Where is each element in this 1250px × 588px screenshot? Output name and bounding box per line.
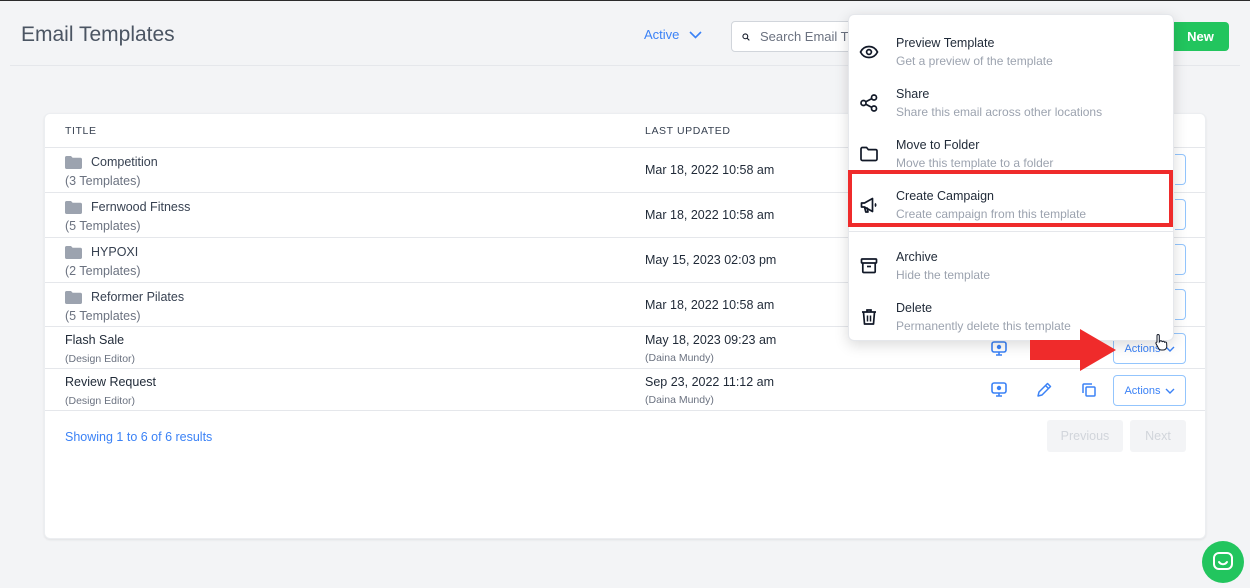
folder-icon xyxy=(860,146,878,162)
column-header-last-updated: LAST UPDATED xyxy=(645,125,731,137)
last-updated: Mar 18, 2022 10:58 am xyxy=(645,208,775,222)
trash-icon xyxy=(862,309,876,325)
chat-icon xyxy=(1213,552,1233,570)
row-actions-button-edge[interactable] xyxy=(1175,199,1186,230)
menu-item-label: Preview Template xyxy=(896,36,995,50)
share-icon xyxy=(860,94,878,112)
last-updated: Sep 23, 2022 11:12 am xyxy=(645,375,775,389)
row-actions-button-edge[interactable] xyxy=(1175,244,1186,275)
menu-divider xyxy=(849,231,1173,232)
actions-dropdown-menu: Preview Template Get a preview of the te… xyxy=(848,14,1174,341)
folder-name[interactable]: HYPOXI xyxy=(91,245,138,259)
actions-button-label: Actions xyxy=(1124,384,1161,397)
template-editor-type: (Design Editor) xyxy=(65,353,136,365)
preview-icon[interactable] xyxy=(990,381,1008,399)
folder-name[interactable]: Reformer Pilates xyxy=(91,290,184,304)
results-summary: Showing 1 to 6 of 6 results xyxy=(65,430,213,444)
previous-page-button[interactable]: Previous xyxy=(1047,420,1123,452)
menu-item-description: Share this email across other locations xyxy=(896,105,1103,119)
status-filter-label: Active xyxy=(644,27,680,42)
menu-item-label: Create Campaign xyxy=(896,189,994,203)
updated-by: (Daina Mundy) xyxy=(645,352,714,364)
menu-item-description: Create campaign from this template xyxy=(896,207,1087,221)
archive-icon xyxy=(860,258,878,274)
menu-item-archive[interactable]: Archive Hide the template xyxy=(849,236,1173,287)
preview-icon[interactable] xyxy=(990,340,1008,358)
column-header-title: TITLE xyxy=(65,125,97,137)
folder-count: (2 Templates) xyxy=(65,264,141,278)
updated-by: (Daina Mundy) xyxy=(645,394,714,406)
folder-icon xyxy=(65,245,82,259)
menu-item-label: Share xyxy=(896,87,930,101)
template-name[interactable]: Flash Sale xyxy=(65,333,135,347)
last-updated: May 18, 2023 09:23 am xyxy=(645,333,777,347)
menu-item-delete[interactable]: Delete Permanently delete this template xyxy=(849,287,1173,338)
folder-icon xyxy=(65,200,82,214)
page-title: Email Templates xyxy=(21,23,175,46)
last-updated: Mar 18, 2022 10:58 am xyxy=(645,298,775,312)
annotation-arrow-icon xyxy=(1030,329,1116,371)
megaphone-icon xyxy=(860,197,877,213)
chevron-down-icon xyxy=(1165,388,1175,394)
folder-count: (5 Templates) xyxy=(65,219,141,233)
folder-count: (3 Templates) xyxy=(65,174,141,188)
menu-item-share[interactable]: Share Share this email across other loca… xyxy=(849,73,1173,124)
actions-button[interactable]: Actions xyxy=(1113,375,1186,406)
eye-icon xyxy=(859,45,879,59)
folder-count: (5 Templates) xyxy=(65,309,141,323)
duplicate-icon[interactable] xyxy=(1080,381,1098,399)
menu-item-description: Move this template to a folder xyxy=(896,156,1054,170)
status-filter-dropdown[interactable]: Active xyxy=(644,27,702,42)
folder-icon xyxy=(65,290,82,304)
menu-item-label: Delete xyxy=(896,301,933,315)
last-updated: Mar 18, 2022 10:58 am xyxy=(645,163,775,177)
hand-cursor-icon xyxy=(1155,333,1168,351)
menu-item-description: Get a preview of the template xyxy=(896,54,1053,68)
search-icon xyxy=(742,32,750,41)
folder-name[interactable]: Fernwood Fitness xyxy=(91,200,190,214)
template-editor-type: (Design Editor) xyxy=(65,395,136,407)
next-page-button[interactable]: Next xyxy=(1130,420,1186,452)
row-actions-button-edge[interactable] xyxy=(1175,154,1186,185)
edit-pencil-icon[interactable] xyxy=(1035,381,1053,399)
chevron-down-icon xyxy=(689,30,702,39)
folder-name[interactable]: Competition xyxy=(91,155,158,169)
folder-icon xyxy=(65,155,82,169)
menu-item-preview-template[interactable]: Preview Template Get a preview of the te… xyxy=(849,22,1173,73)
menu-item-description: Hide the template xyxy=(896,268,991,282)
table-row[interactable]: Review Request (Design Editor) Sep 23, 2… xyxy=(45,369,1205,411)
menu-item-label: Move to Folder xyxy=(896,138,980,152)
template-name[interactable]: Review Request xyxy=(65,375,156,389)
row-actions-button-edge[interactable] xyxy=(1175,289,1186,320)
menu-item-create-campaign[interactable]: Create Campaign Create campaign from thi… xyxy=(849,175,1173,226)
menu-item-move-to-folder[interactable]: Move to Folder Move this template to a f… xyxy=(849,124,1173,175)
menu-item-label: Archive xyxy=(896,250,938,264)
last-updated: May 15, 2023 02:03 pm xyxy=(645,253,777,267)
chat-widget-button[interactable] xyxy=(1202,541,1244,583)
